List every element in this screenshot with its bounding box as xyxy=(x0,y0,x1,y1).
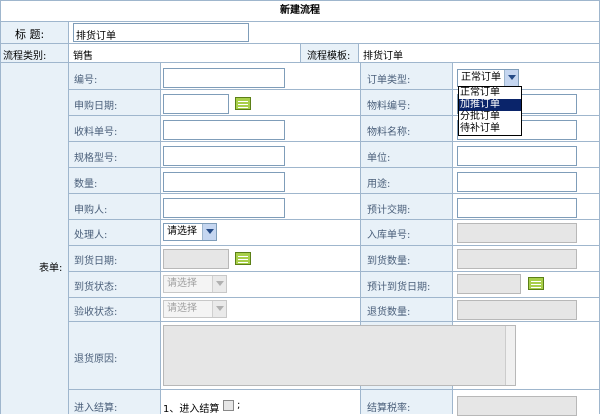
chevron-down-icon xyxy=(212,301,226,317)
order-type-option[interactable]: 待补订单 xyxy=(459,123,521,135)
subject-label: 标 题: xyxy=(15,28,45,41)
category-label: 流程类别: xyxy=(3,51,47,62)
chevron-down-icon xyxy=(212,276,226,292)
settlement-suffix: ; xyxy=(237,400,241,411)
label-unit: 单位: xyxy=(367,153,391,164)
applicant-input[interactable] xyxy=(163,198,285,218)
order-type-option[interactable]: 加推订单 xyxy=(459,99,521,111)
order-type-option[interactable]: 正常订单 xyxy=(459,87,521,99)
inspection-status-select[interactable]: 请选择 xyxy=(163,300,227,318)
arrival-status-select[interactable]: 请选择 xyxy=(163,275,227,293)
label-expected-delivery: 预计交期: xyxy=(367,205,411,216)
label-quantity: 数量: xyxy=(74,179,98,190)
subject-row: 标 题: 排货订单 xyxy=(0,22,600,44)
arrival-qty-input[interactable] xyxy=(457,249,577,269)
handler-select[interactable]: 请选择 xyxy=(163,223,217,241)
label-arrival-qty: 到货数量: xyxy=(367,256,411,267)
purpose-input[interactable] xyxy=(457,172,577,192)
arrival-date-input[interactable] xyxy=(163,249,229,269)
label-return-reason: 退货原因: xyxy=(74,354,118,365)
unit-input[interactable] xyxy=(457,146,577,166)
label-order-type: 订单类型: xyxy=(367,75,411,86)
label-apply-date: 申购日期: xyxy=(74,101,118,112)
label-purpose: 用途: xyxy=(367,179,391,190)
label-arrival-date: 到货日期: xyxy=(74,256,118,267)
label-receipt-no: 收料单号: xyxy=(74,127,118,138)
scrollbar[interactable] xyxy=(505,326,515,385)
template-label: 流程模板: xyxy=(307,51,351,62)
calendar-icon[interactable] xyxy=(235,252,251,265)
label-material-name: 物料名称: xyxy=(367,127,411,138)
settlement-tax-input[interactable] xyxy=(457,396,577,416)
calendar-icon[interactable] xyxy=(528,277,544,290)
chevron-down-icon xyxy=(504,70,518,86)
label-enter-settlement: 进入结算: xyxy=(74,403,118,414)
window-title: 新建流程 xyxy=(0,0,600,22)
subject-input[interactable]: 排货订单 xyxy=(73,23,249,42)
label-arrival-status: 到货状态: xyxy=(74,282,118,293)
chevron-down-icon xyxy=(202,224,216,240)
label-handler: 处理人: xyxy=(74,230,108,241)
code-input[interactable] xyxy=(163,68,285,88)
template-value: 排货订单 xyxy=(363,51,403,62)
category-value: 销售 xyxy=(73,51,93,62)
order-type-dropdown[interactable]: 正常订单 加推订单 分批订单 待补订单 xyxy=(458,86,522,136)
label-stockin-no: 入库单号: xyxy=(367,230,411,241)
label-expected-arrival-date: 预计到货日期: xyxy=(367,282,431,293)
label-inspection-status: 验收状态: xyxy=(74,307,118,318)
expected-arrival-date-input[interactable] xyxy=(457,274,521,294)
receipt-no-input[interactable] xyxy=(163,120,285,140)
label-applicant: 申购人: xyxy=(74,205,108,216)
label-code: 编号: xyxy=(74,75,98,86)
label-material-code: 物料编号: xyxy=(367,101,411,112)
return-reason-textarea[interactable] xyxy=(163,325,516,386)
label-settlement-tax: 结算税率: xyxy=(367,403,411,414)
form-side-label: 表单: xyxy=(39,263,63,274)
label-return-qty: 退货数量: xyxy=(367,307,411,318)
expected-delivery-input[interactable] xyxy=(457,198,577,218)
label-spec-model: 规格型号: xyxy=(74,153,118,164)
return-qty-input[interactable] xyxy=(457,300,577,320)
category-row: 流程类别: 销售 流程模板: 排货订单 xyxy=(0,44,600,63)
quantity-input[interactable] xyxy=(163,172,285,192)
calendar-icon[interactable] xyxy=(235,97,251,110)
order-type-select[interactable]: 正常订单 xyxy=(457,69,519,87)
settlement-checkbox[interactable] xyxy=(223,400,234,411)
order-type-option[interactable]: 分批订单 xyxy=(459,111,521,123)
spec-model-input[interactable] xyxy=(163,146,285,166)
stockin-no-input[interactable] xyxy=(457,223,577,243)
settlement-check-label: 1、进入结算 xyxy=(163,404,220,415)
apply-date-input[interactable] xyxy=(163,94,229,114)
